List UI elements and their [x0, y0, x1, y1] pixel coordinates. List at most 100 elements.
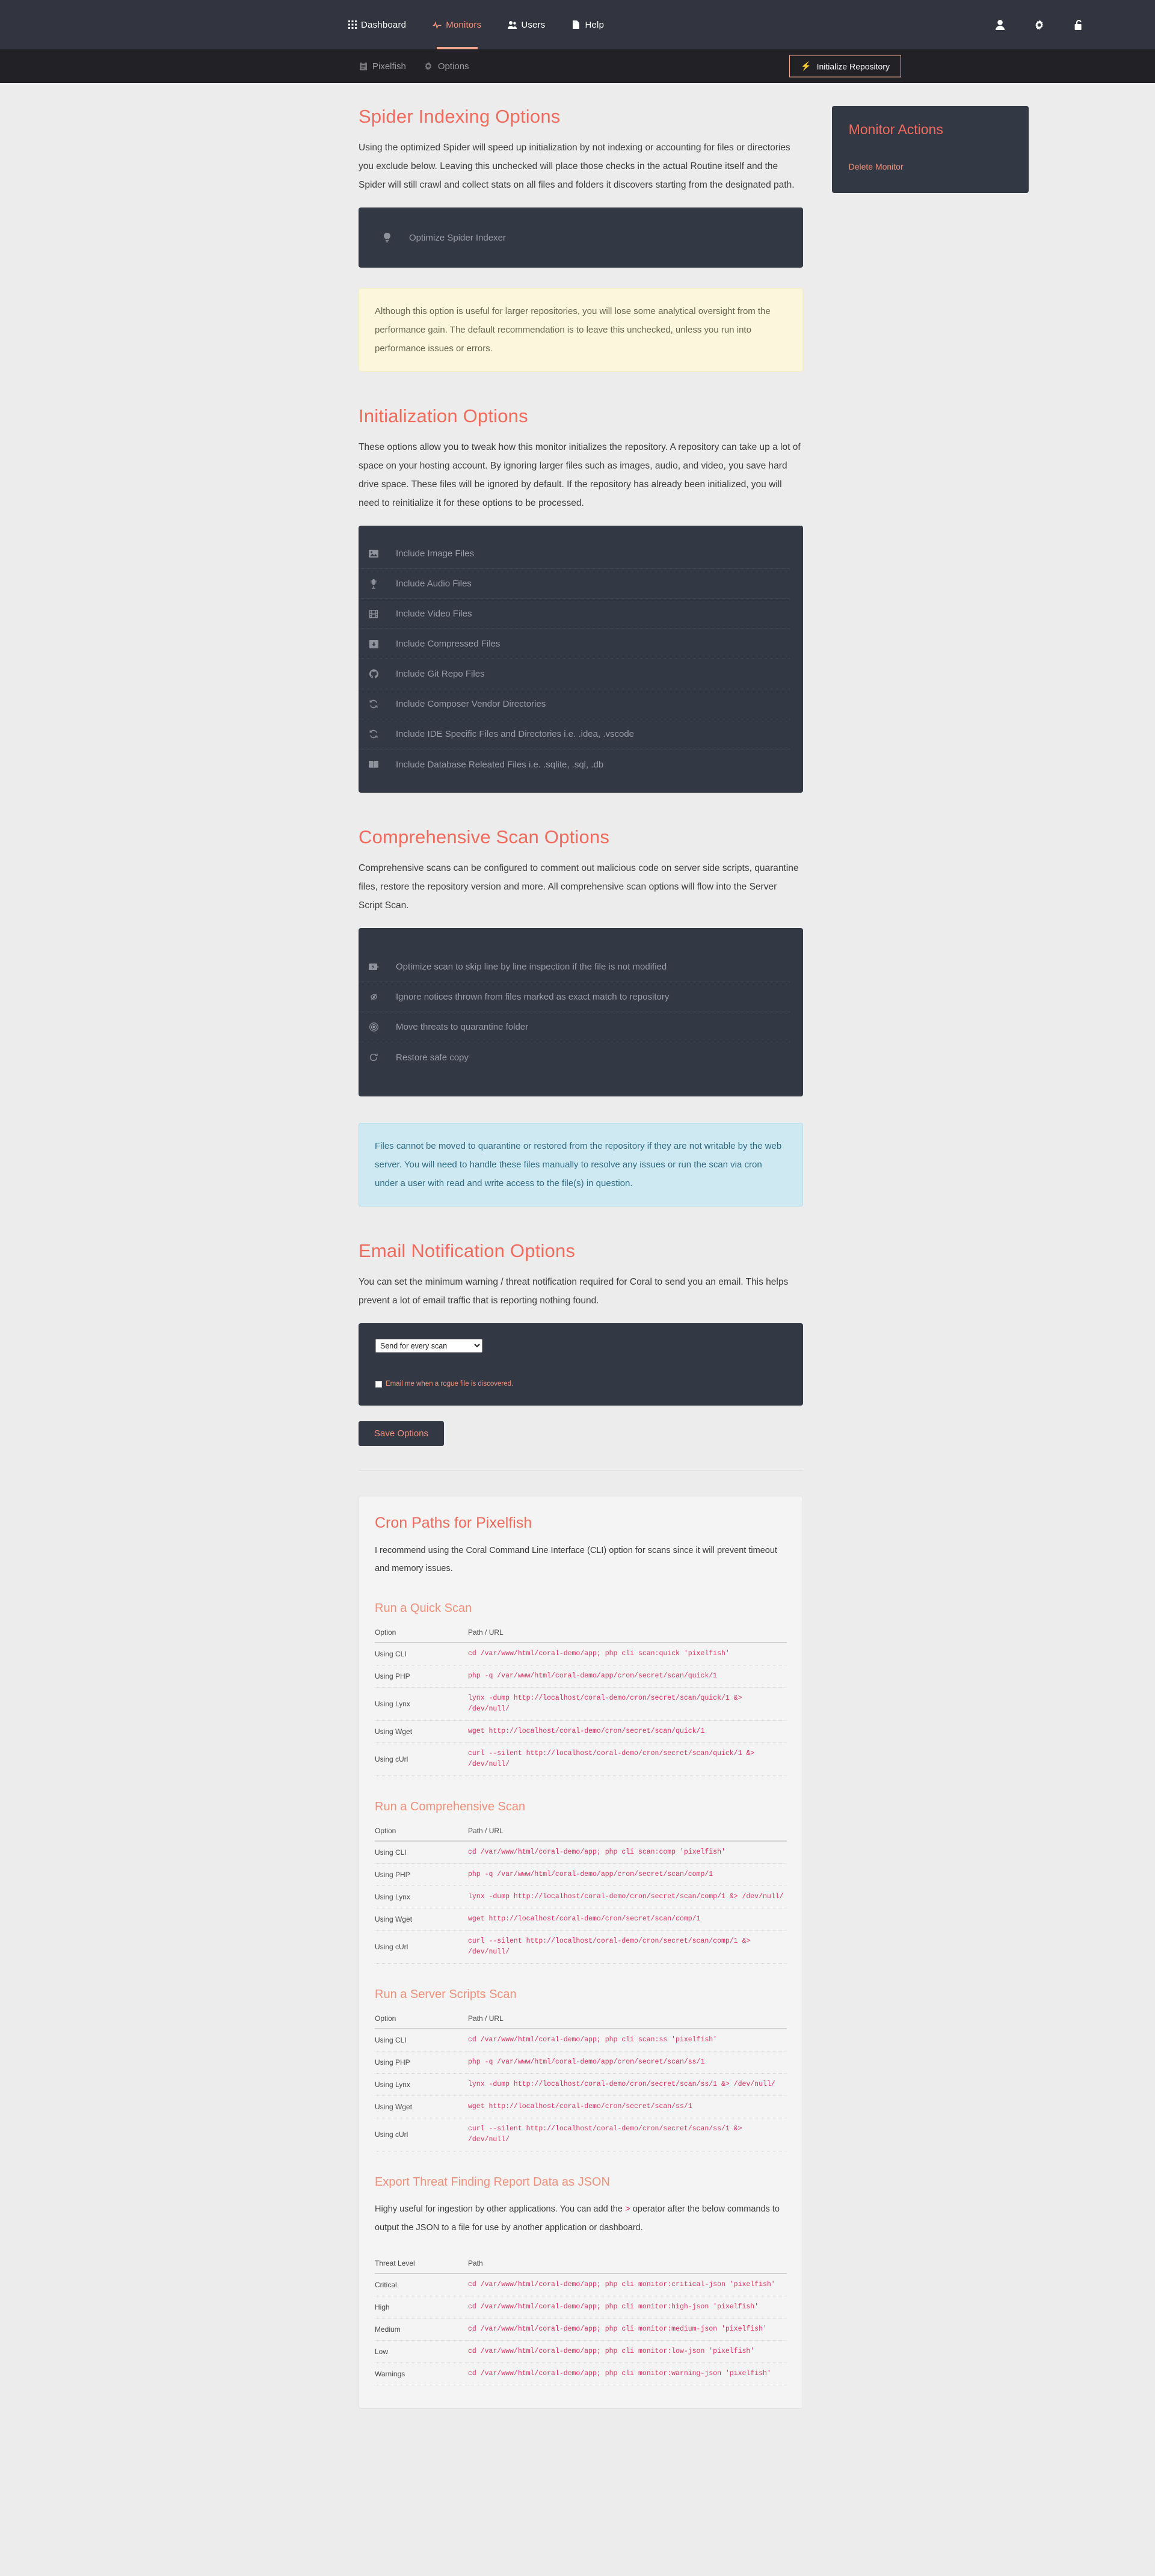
export-json-table: Threat Level Path Critical cd /var/www/ht…	[375, 2257, 787, 2385]
eye-slash-icon	[368, 993, 379, 1001]
save-options-label: Save Options	[374, 1428, 429, 1439]
export-desc-operator: >	[624, 2205, 630, 2215]
table-row: High cd /var/www/html/coral-demo/app; php…	[375, 2296, 787, 2319]
save-options-button[interactable]: Save Options	[359, 1421, 445, 1446]
option-include-database-related-files[interactable]: Include Database Releated Files i.e. .sq…	[359, 749, 790, 779]
table-row: Warnings cd /var/www/html/coral-demo/app;…	[375, 2362, 787, 2385]
table-row: Using CLI cd /var/www/html/coral-demo/app…	[375, 1643, 787, 1665]
option-include-compressed-files[interactable]: Include Compressed Files	[359, 629, 790, 659]
table-row: Using CLI cd /var/www/html/coral-demo/app…	[375, 2029, 787, 2052]
column-header-path: Path / URL	[468, 1626, 787, 1643]
table-row: Low cd /var/www/html/coral-demo/app; php …	[375, 2340, 787, 2363]
cell-path: lynx -dump http://localhost/coral-demo/c…	[468, 1687, 787, 1721]
optimize-spider-indexer-option[interactable]: Optimize Spider Indexer	[359, 207, 803, 268]
option-include-composer-vendor-directories[interactable]: Include Composer Vendor Directories	[359, 689, 790, 719]
option-include-ide-specific-files[interactable]: Include IDE Specific Files and Directori…	[359, 719, 790, 749]
cell-path: cd /var/www/html/coral-demo/app; php cli…	[468, 2273, 787, 2296]
cell-path: php -q /var/www/html/coral-demo/app/cron…	[468, 1665, 787, 1688]
cell-option: Using PHP	[375, 1863, 468, 1886]
spider-warning-text: Although this option is useful for large…	[375, 306, 771, 354]
table-row: Using Wget wget http://localhost/coral-de…	[375, 2095, 787, 2118]
nav-item-label: Dashboard	[361, 19, 407, 30]
primary-nav: Dashboard Monitors Users Help	[348, 0, 604, 49]
cell-path: cd /var/www/html/coral-demo/app; php cli…	[468, 2318, 787, 2341]
main-content-column: Spider Indexing Options Using the optimi…	[359, 106, 803, 2445]
comprehensive-description: Comprehensive scans can be configured to…	[359, 863, 799, 911]
option-label: Include Database Releated Files i.e. .sq…	[396, 759, 604, 770]
option-restore-safe-copy[interactable]: Restore safe copy	[359, 1042, 790, 1072]
cell-path: curl --silent http://localhost/coral-dem…	[468, 2118, 787, 2151]
gear-icon	[424, 62, 433, 71]
option-label: Include Git Repo Files	[396, 669, 485, 679]
email-notification-select[interactable]: Send for every scan	[375, 1339, 482, 1353]
export-json-description: Highy useful for ingestion by other appl…	[375, 2200, 787, 2237]
subnav-item-options[interactable]: Options	[424, 61, 469, 72]
activity-icon	[433, 20, 442, 29]
table-row: Using Lynx lynx -dump http://localhost/co…	[375, 1886, 787, 1908]
github-icon	[368, 669, 379, 678]
email-section-title: Email Notification Options	[359, 1240, 576, 1261]
refresh-icon	[368, 1053, 379, 1062]
cell-threat-level: Warnings	[375, 2362, 468, 2385]
option-include-video-files[interactable]: Include Video Files	[359, 599, 790, 629]
cron-section-title-server-scripts: Run a Server Scripts Scan	[375, 1988, 517, 2001]
cell-option: Using CLI	[375, 2029, 468, 2052]
image-icon	[368, 550, 379, 558]
subnav-item-pixelfish[interactable]: Pixelfish	[359, 61, 406, 72]
file-icon	[571, 20, 581, 29]
table-row: Using PHP php -q /var/www/html/coral-demo…	[375, 1665, 787, 1688]
option-label: Include Audio Files	[396, 579, 472, 589]
table-row: Using Wget wget http://localhost/coral-de…	[375, 1908, 787, 1931]
comprehensive-info-text: Files cannot be moved to quarantine or r…	[375, 1141, 782, 1188]
cell-option: Using PHP	[375, 2051, 468, 2074]
spider-warning-notice: Although this option is useful for large…	[359, 288, 803, 372]
gear-icon[interactable]	[1033, 19, 1045, 31]
comprehensive-options-panel: Optimize scan to skip line by line inspe…	[359, 928, 803, 1096]
nav-item-help[interactable]: Help	[571, 0, 604, 49]
biohazard-icon	[368, 1022, 379, 1031]
table-row: Using Wget wget http://localhost/coral-de…	[375, 1720, 787, 1743]
option-include-git-repo-files[interactable]: Include Git Repo Files	[359, 659, 790, 689]
sub-navigation-bar: Pixelfish Options ⚡ Initialize Repositor…	[0, 49, 1155, 83]
spider-description: Using the optimized Spider will speed up…	[359, 143, 795, 190]
delete-monitor-link[interactable]: Delete Monitor	[849, 162, 904, 171]
option-move-threats-quarantine[interactable]: Move threats to quarantine folder	[359, 1012, 790, 1042]
option-label: Include Compressed Files	[396, 639, 500, 649]
option-optimize-scan-skip-line-inspection[interactable]: Optimize scan to skip line by line inspe…	[359, 952, 790, 982]
book-icon	[368, 760, 379, 769]
initialize-repository-button[interactable]: ⚡ Initialize Repository	[789, 55, 901, 78]
nav-item-users[interactable]: Users	[508, 0, 545, 49]
cell-path: wget http://localhost/coral-demo/cron/se…	[468, 1908, 787, 1931]
battery-icon	[368, 964, 379, 970]
rogue-file-checkbox-row[interactable]: Email me when a rogue file is discovered…	[375, 1380, 786, 1388]
monitor-actions-title: Monitor Actions	[848, 121, 943, 137]
option-label: Optimize scan to skip line by line inspe…	[396, 962, 667, 972]
cell-path: lynx -dump http://localhost/coral-demo/c…	[468, 1886, 787, 1908]
cell-path: cd /var/www/html/coral-demo/app; php cli…	[468, 1643, 787, 1665]
option-include-image-files[interactable]: Include Image Files	[359, 539, 790, 569]
column-header-option: Option	[375, 1825, 468, 1842]
cell-path: cd /var/www/html/coral-demo/app; php cli…	[468, 2362, 787, 2385]
email-description: You can set the minimum warning / threat…	[359, 1277, 789, 1306]
nav-item-monitors[interactable]: Monitors	[433, 0, 481, 49]
rogue-file-checkbox[interactable]	[375, 1380, 382, 1388]
option-ignore-notices-exact-match[interactable]: Ignore notices thrown from files marked …	[359, 982, 790, 1012]
cron-section-title-comprehensive: Run a Comprehensive Scan	[375, 1800, 526, 1813]
cell-path: lynx -dump http://localhost/coral-demo/c…	[468, 2073, 787, 2096]
cron-paths-card: Cron Paths for Pixelfish I recommend usi…	[359, 1496, 803, 2409]
nav-item-label: Monitors	[446, 19, 482, 30]
cron-table-comprehensive: Option Path / URL Using CLI cd /var/www/h…	[375, 1825, 787, 1964]
export-json-title: Export Threat Finding Report Data as JSO…	[375, 2175, 610, 2189]
user-icon[interactable]	[994, 19, 1006, 31]
cell-threat-level: Low	[375, 2340, 468, 2363]
lock-icon[interactable]	[1073, 19, 1084, 31]
table-row: Critical cd /var/www/html/coral-demo/app;…	[375, 2273, 787, 2296]
option-include-audio-files[interactable]: Include Audio Files	[359, 569, 790, 599]
table-row: Using cUrl curl --silent http://localhost…	[375, 1742, 787, 1776]
initialize-repository-label: Initialize Repository	[816, 61, 890, 71]
nav-item-dashboard[interactable]: Dashboard	[348, 0, 406, 49]
subnav-item-label: Pixelfish	[372, 61, 406, 72]
cell-path: curl --silent http://localhost/coral-dem…	[468, 1930, 787, 1964]
rogue-file-checkbox-label: Email me when a rogue file is discovered…	[386, 1380, 514, 1388]
cron-table-quick: Option Path / URL Using CLI cd /var/www/h…	[375, 1626, 787, 1776]
